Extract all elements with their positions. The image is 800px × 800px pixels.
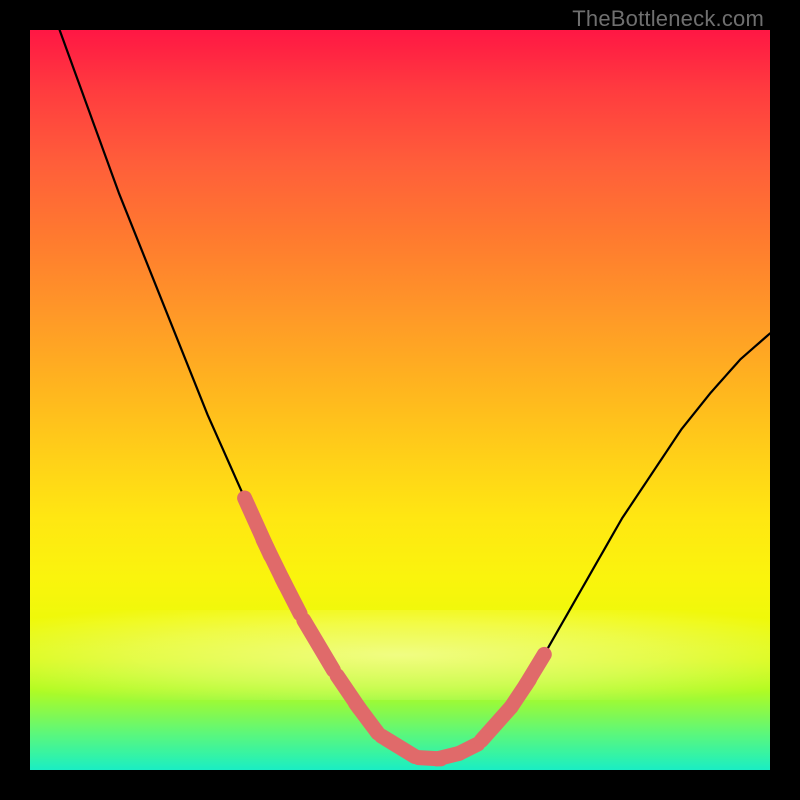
- highlight-pills-group: [245, 498, 545, 759]
- chart-plot-area: [30, 30, 770, 770]
- highlight-pill: [282, 578, 301, 614]
- curve-line: [60, 30, 770, 759]
- watermark-text: TheBottleneck.com: [572, 6, 764, 32]
- highlight-pill: [526, 654, 545, 685]
- highlight-pill: [304, 620, 334, 670]
- highlight-pill: [382, 736, 415, 756]
- highlight-pill: [356, 703, 378, 733]
- highlight-pill: [459, 744, 478, 753]
- chart-svg: [30, 30, 770, 770]
